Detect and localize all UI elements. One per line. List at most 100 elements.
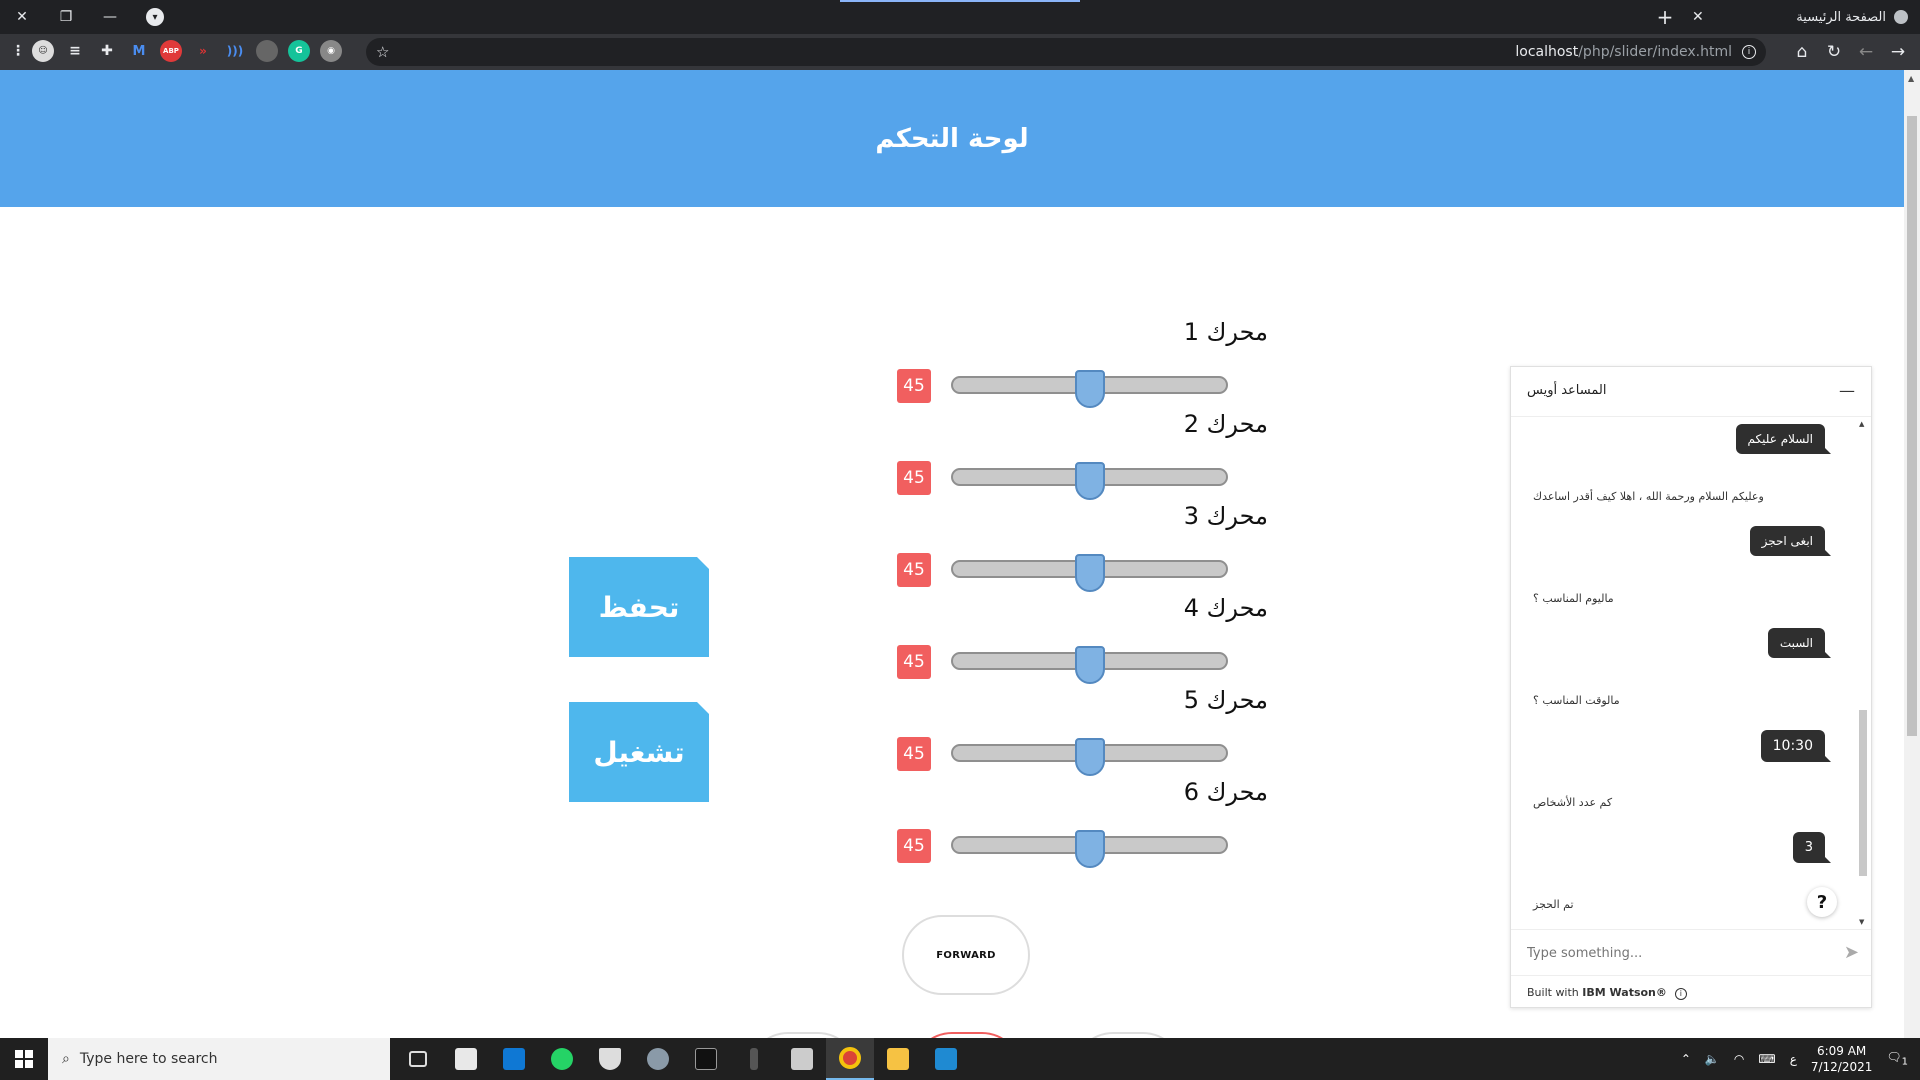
vscode-icon[interactable] — [922, 1038, 970, 1080]
search-icon: ⌕ — [62, 1051, 70, 1067]
send-icon[interactable]: ➤ — [1844, 942, 1859, 963]
window-controls: ✕ ❐ — — [0, 0, 132, 34]
extension-arrow-icon[interactable]: » — [192, 40, 214, 62]
file-explorer-icon[interactable] — [874, 1038, 922, 1080]
motor-2-slider-thumb[interactable] — [1075, 462, 1105, 500]
info-icon[interactable]: i — [1674, 988, 1687, 1000]
security-shield-icon[interactable] — [586, 1038, 634, 1080]
run-button-label: تشغيل — [593, 735, 685, 769]
start-button[interactable] — [0, 1038, 48, 1080]
volume-icon[interactable]: 🔈 — [1705, 1052, 1720, 1066]
url-host: localhost — [1515, 44, 1579, 60]
clock-date: 7/12/2021 — [1810, 1060, 1873, 1074]
forward-button[interactable]: FORWARD — [902, 915, 1030, 995]
site-favicon-icon — [1894, 10, 1908, 24]
browser-tab-active[interactable]: الصفحة الرئيسية ✕ — [1680, 0, 1920, 34]
address-url[interactable]: localhost/php/slider/index.html — [1515, 44, 1732, 60]
save-button-label: تحفظ — [598, 590, 680, 624]
extensions-puzzle-icon[interactable]: ✚ — [96, 40, 118, 62]
chevron-up-icon[interactable]: ⌃ — [1681, 1052, 1691, 1066]
chrome-icon[interactable] — [826, 1038, 874, 1080]
app-book-icon[interactable] — [778, 1038, 826, 1080]
chrome-menu-icon[interactable]: ⋮ — [11, 40, 25, 62]
tab-strip-indicator — [840, 0, 1080, 2]
extensions-bar: ⋮ ☺ ≡ ✚ M ABP » ))) G ◉ — [11, 40, 342, 62]
reading-list-icon[interactable]: ≡ — [64, 40, 86, 62]
chat-footer: Built with IBM Watson® i — [1511, 975, 1871, 1008]
windows-logo-icon — [15, 1050, 33, 1068]
task-view-icon[interactable] — [394, 1038, 442, 1080]
help-button[interactable]: ? — [1807, 887, 1837, 917]
notifications-icon[interactable]: 🗨1 — [1886, 1050, 1908, 1067]
motor-5-value-badge: 45 — [897, 737, 931, 771]
chat-messages: السلام عليكم وعليكم السلام ورحمة الله ، … — [1511, 418, 1855, 928]
address-bar[interactable]: ☆ localhost/php/slider/index.html i — [366, 38, 1766, 66]
wifi-icon[interactable]: ◠ — [1734, 1052, 1744, 1066]
chat-message-bot: كم عدد الأشخاص — [1533, 796, 1613, 809]
forward-nav-icon[interactable]: → — [1884, 38, 1912, 66]
run-button[interactable]: تشغيل — [569, 702, 709, 802]
navigation-buttons: → ← ↻ ⌂ — [1788, 34, 1912, 70]
motor-4-value-badge: 45 — [897, 645, 931, 679]
tab-search-icon[interactable]: ▾ — [146, 8, 164, 26]
extension-cookie-icon[interactable]: ◉ — [320, 40, 342, 62]
extension-wave-icon[interactable]: ))) — [224, 40, 246, 62]
clock[interactable]: 6:09 AM 7/12/2021 — [1811, 1043, 1873, 1075]
chat-message-bot: وعليكم السلام ورحمة الله ، اهلا كيف أقدر… — [1533, 490, 1764, 503]
browser-tab-strip: الصفحة الرئيسية ✕ + — [0, 0, 1920, 34]
home-icon[interactable]: ⌂ — [1788, 38, 1816, 66]
keyboard-icon[interactable]: ⌨ — [1758, 1052, 1775, 1066]
app-pen-icon[interactable] — [730, 1038, 778, 1080]
language-indicator[interactable]: ع — [1790, 1052, 1797, 1066]
chat-scroll-thumb[interactable] — [1859, 710, 1867, 876]
grammarly-icon[interactable]: G — [288, 40, 310, 62]
window-close-button[interactable]: ✕ — [0, 0, 44, 34]
site-info-icon[interactable]: i — [1742, 45, 1756, 59]
chat-message-bot: تم الحجز — [1533, 898, 1574, 911]
back-nav-icon[interactable]: ← — [1852, 38, 1880, 66]
extension-m-icon[interactable]: M — [128, 40, 150, 62]
tab-title: الصفحة الرئيسية — [1796, 9, 1886, 25]
window-minimize-button[interactable]: — — [88, 0, 132, 34]
profile-avatar-icon[interactable]: ☺ — [32, 40, 54, 62]
url-path: /php/slider/index.html — [1578, 44, 1732, 60]
windows-taskbar: ⌕ Type here to search ⌃ 🔈 ◠ ⌨ ع 6:09 AM … — [0, 1038, 1920, 1080]
app-globe-icon[interactable] — [634, 1038, 682, 1080]
page-scroll-up-icon[interactable]: ▲ — [1908, 74, 1914, 83]
page-scroll-thumb[interactable] — [1907, 116, 1917, 736]
motor-6-title: محرك 6 — [1183, 778, 1268, 806]
reload-icon[interactable]: ↻ — [1820, 38, 1848, 66]
store-icon[interactable] — [442, 1038, 490, 1080]
save-button[interactable]: تحفظ — [569, 557, 709, 657]
terminal-icon[interactable] — [682, 1038, 730, 1080]
mail-icon[interactable] — [490, 1038, 538, 1080]
motor-6-slider-thumb[interactable] — [1075, 830, 1105, 868]
footer-brand: IBM Watson® — [1582, 986, 1667, 999]
new-tab-button[interactable]: + — [1650, 5, 1680, 29]
chat-title: المساعد أويس — [1527, 383, 1607, 398]
chat-minimize-icon[interactable]: — — [1839, 381, 1855, 400]
chat-message-bot: ماليوم المناسب ؟ — [1533, 592, 1614, 605]
page-scrollbar[interactable]: ▲ — [1904, 70, 1920, 1038]
motor-1-slider-thumb[interactable] — [1075, 370, 1105, 408]
chat-scroll-down-icon[interactable]: ▼ — [1859, 918, 1864, 926]
motor-3-slider-thumb[interactable] — [1075, 554, 1105, 592]
taskbar-search[interactable]: ⌕ Type here to search — [48, 1038, 390, 1080]
chat-scrollbar[interactable]: ▲ ▼ — [1855, 418, 1871, 928]
motor-3-title: محرك 3 — [1183, 502, 1268, 530]
save-button-corner — [697, 557, 709, 569]
motor-4-title: محرك 4 — [1183, 594, 1268, 622]
motor-5-slider-thumb[interactable] — [1075, 738, 1105, 776]
chat-message-input[interactable] — [1527, 942, 1827, 964]
page-viewport: لوحة التحكم محرك 1 45 محرك 2 45 محرك 3 4… — [0, 70, 1904, 1038]
extension-circle-icon[interactable] — [256, 40, 278, 62]
whatsapp-icon[interactable] — [538, 1038, 586, 1080]
chat-scroll-up-icon[interactable]: ▲ — [1859, 420, 1864, 428]
window-restore-button[interactable]: ❐ — [44, 0, 88, 34]
notification-count: 1 — [1901, 1056, 1908, 1068]
chat-message-user: السبت — [1767, 628, 1832, 658]
adblock-icon[interactable]: ABP — [160, 40, 182, 62]
bookmark-star-icon[interactable]: ☆ — [376, 43, 389, 61]
tab-close-icon[interactable]: ✕ — [1692, 9, 1704, 25]
motor-4-slider-thumb[interactable] — [1075, 646, 1105, 684]
